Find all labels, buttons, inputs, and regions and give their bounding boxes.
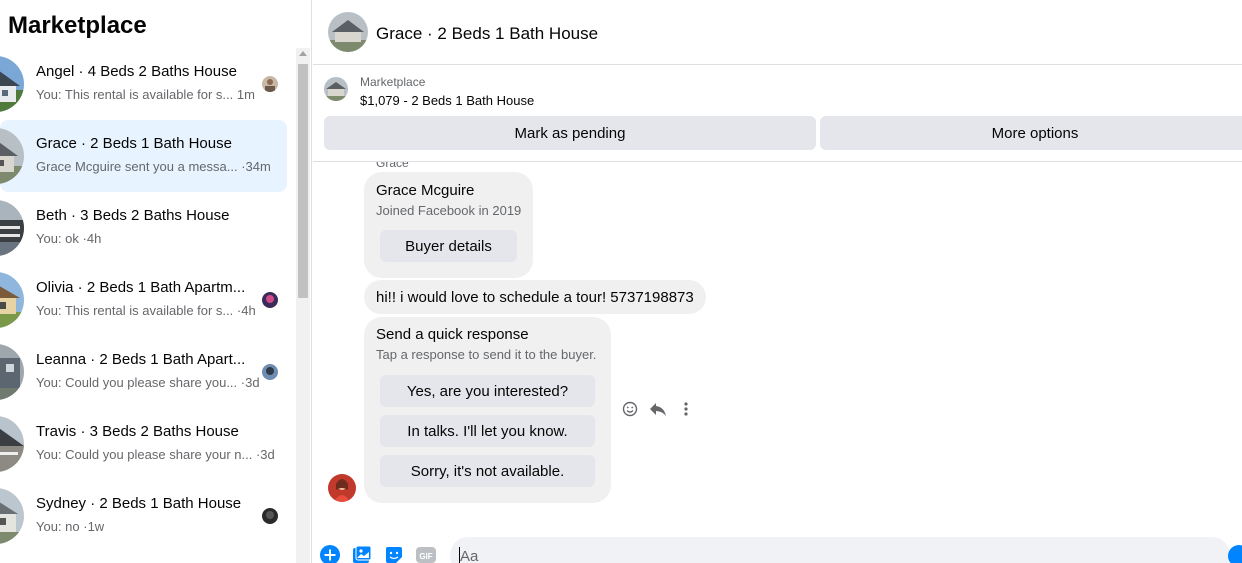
read-receipt-avatar [262, 364, 278, 380]
sidebar-scrollbar[interactable] [296, 48, 310, 563]
conversation-title: Beth · 3 Beds 2 Baths House [36, 207, 230, 224]
conversation-item-sydney[interactable]: Sydney · 2 Beds 1 Bath House You: no ·1w [0, 480, 287, 552]
quick-response-title: Send a quick response [376, 326, 529, 343]
message-input-wrapper [450, 537, 1230, 563]
read-receipt-avatar [262, 76, 278, 92]
chat-header-title[interactable]: Grace · 2 Beds 1 Bath House [376, 24, 598, 44]
conversation-preview: You: Could you please share you... ·3d [36, 375, 260, 390]
conversation-title: Travis · 3 Beds 2 Baths House [36, 423, 239, 440]
more-options-button[interactable]: More options [820, 116, 1242, 150]
quick-response-yes-button[interactable]: Yes, are you interested? [380, 375, 595, 407]
sticker-icon[interactable] [384, 545, 404, 563]
buyer-name: Grace Mcguire [376, 182, 475, 199]
conversation-title: Leanna · 2 Beds 1 Bath Apart... [36, 351, 246, 368]
chat-header: Grace · 2 Beds 1 Bath House [313, 0, 1242, 65]
listing-thumbnail[interactable] [324, 77, 348, 101]
scroll-up-arrow-icon[interactable] [299, 51, 307, 56]
buyer-message[interactable]: hi!! i would love to schedule a tour! 57… [364, 280, 706, 314]
gif-label: GIF [419, 552, 432, 561]
listing-price-title[interactable]: $1,079 - 2 Beds 1 Bath House [360, 93, 534, 108]
conversation-preview: You: no ·1w [36, 519, 105, 534]
conversation-item-angel[interactable]: Angel · 4 Beds 2 Baths House You: This r… [0, 48, 287, 120]
message-input[interactable] [460, 545, 1160, 563]
add-plus-icon[interactable] [320, 545, 340, 563]
chat-panel: Grace · 2 Beds 1 Bath House Marketplace … [313, 0, 1242, 563]
conversation-preview: You: ok ·4h [36, 231, 102, 246]
buyer-joined-date: Joined Facebook in 2019 [376, 203, 522, 218]
reply-icon[interactable] [647, 398, 669, 420]
buyer-info-card: Grace Mcguire Joined Facebook in 2019 Bu… [364, 172, 533, 278]
conversation-item-travis[interactable]: Travis · 3 Beds 2 Baths House You: Could… [0, 408, 287, 480]
listing-avatar [0, 488, 24, 544]
photo-icon[interactable] [352, 545, 372, 563]
conversation-item-olivia[interactable]: Olivia · 2 Beds 1 Bath Apartm... You: Th… [0, 264, 287, 336]
chat-header-avatar[interactable] [328, 12, 368, 52]
sender-label: Grace [376, 162, 409, 170]
conversation-item-leanna[interactable]: Leanna · 2 Beds 1 Bath Apart... You: Cou… [0, 336, 287, 408]
conversation-title: Olivia · 2 Beds 1 Bath Apartm... [36, 279, 246, 296]
conversation-list: Angel · 4 Beds 2 Baths House You: This r… [0, 48, 290, 563]
sidebar-title: Marketplace [8, 12, 147, 39]
react-smiley-icon[interactable] [619, 398, 641, 420]
listing-avatar [0, 56, 24, 112]
message-actions [619, 398, 699, 420]
mark-as-pending-button[interactable]: Mark as pending [324, 116, 816, 150]
conversation-title: Angel · 4 Beds 2 Baths House [36, 63, 237, 80]
message-composer: GIF [313, 537, 1242, 563]
quick-response-in-talks-button[interactable]: In talks. I'll let you know. [380, 415, 595, 447]
conversation-title: Sydney · 2 Beds 1 Bath House [36, 495, 242, 512]
conversation-preview: Grace Mcguire sent you a messa... ·34m [36, 159, 271, 174]
quick-response-card: Send a quick response Tap a response to … [364, 317, 611, 503]
listing-source-label: Marketplace [360, 75, 426, 89]
buyer-details-button[interactable]: Buyer details [380, 230, 517, 262]
conversation-preview: You: Could you please share your n... ·3… [36, 447, 275, 462]
message-thread: Grace Grace Mcguire Joined Facebook in 2… [313, 162, 1242, 532]
listing-avatar [0, 272, 24, 328]
quick-response-subtitle: Tap a response to send it to the buyer. [376, 347, 597, 362]
listing-banner: Marketplace $1,079 - 2 Beds 1 Bath House… [313, 66, 1242, 162]
listing-avatar [0, 344, 24, 400]
listing-avatar [0, 416, 24, 472]
more-vertical-icon[interactable] [675, 398, 697, 420]
read-receipt-avatar [262, 292, 278, 308]
conversation-title: Grace · 2 Beds 1 Bath House [36, 135, 232, 152]
conversation-item-beth[interactable]: Beth · 3 Beds 2 Baths House You: ok ·4h [0, 192, 287, 264]
emoji-send-icon[interactable] [1228, 545, 1242, 563]
conversation-preview: You: This rental is available for s... ·… [36, 303, 256, 318]
conversation-item-grace[interactable]: Grace · 2 Beds 1 Bath House Grace Mcguir… [0, 120, 287, 192]
buyer-avatar[interactable] [328, 474, 356, 502]
read-receipt-avatar [262, 508, 278, 524]
scrollbar-thumb[interactable] [298, 64, 308, 298]
conversation-sidebar: Marketplace Angel · 4 Beds 2 Baths House… [0, 0, 312, 563]
gif-icon[interactable]: GIF [416, 545, 436, 563]
conversation-preview: You: This rental is available for s... 1… [36, 87, 255, 102]
quick-response-not-available-button[interactable]: Sorry, it's not available. [380, 455, 595, 487]
listing-avatar [0, 128, 24, 184]
listing-avatar [0, 200, 24, 256]
